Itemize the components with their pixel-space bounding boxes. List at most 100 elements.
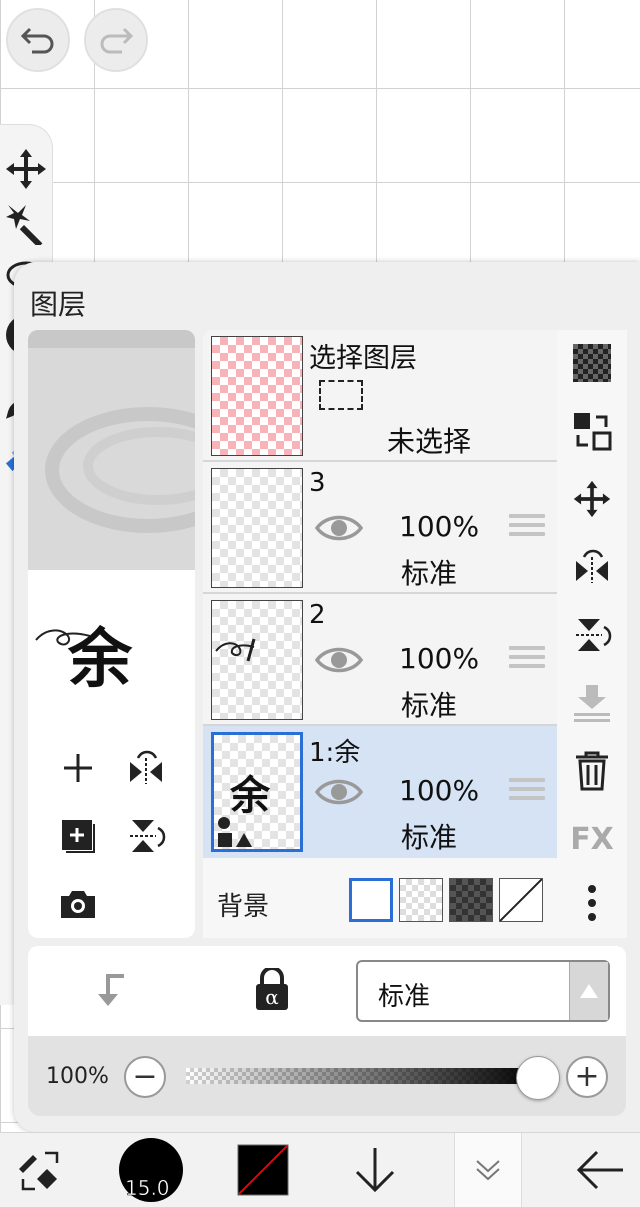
merge-down-button[interactable] [567, 678, 617, 728]
undo-button[interactable] [6, 8, 70, 72]
more-icon [588, 885, 596, 921]
plus-icon [64, 754, 92, 782]
camera-icon [61, 891, 95, 918]
blend-mode-value: 标准 [378, 982, 431, 1012]
selection-layer-row[interactable]: 选择图层 未选择 [203, 330, 557, 462]
layer-down-button[interactable] [350, 1133, 400, 1207]
double-chevron-down-icon [476, 1160, 500, 1181]
flip-preview-vertical-button[interactable] [124, 814, 168, 858]
opacity-decrease-button[interactable]: − [124, 1056, 166, 1098]
layer-name: 1:余 [309, 738, 361, 768]
redo-button[interactable] [84, 8, 148, 72]
undo-icon [20, 27, 54, 54]
layer-row-selected[interactable]: 余 1:余 100% 标准 [203, 726, 557, 858]
pen-eraser-swap-icon [19, 1151, 59, 1191]
drag-handle-icon[interactable] [509, 646, 545, 673]
add-box-icon [62, 820, 95, 853]
selection-layer-name: 选择图层 [309, 343, 417, 374]
svg-text:α: α [265, 985, 279, 1009]
selection-rect-icon [319, 380, 363, 410]
layer-blend-mode: 标准 [401, 689, 458, 722]
merge-down-icon [574, 685, 610, 722]
back-button[interactable] [570, 1133, 630, 1207]
plus-icon: + [574, 1059, 600, 1094]
layer-opacity: 100% [399, 774, 480, 807]
add-layer-button[interactable] [56, 746, 100, 790]
arrow-left-icon [576, 1150, 623, 1190]
opacity-slider[interactable] [186, 1068, 538, 1084]
alpha-lock-icon: α [256, 966, 288, 1010]
delete-layer-button[interactable] [567, 746, 617, 796]
background-label: 背景 [217, 892, 270, 922]
collapse-button[interactable] [454, 1133, 522, 1207]
eye-icon[interactable] [315, 642, 363, 678]
layer-opacity: 100% [399, 642, 480, 675]
more-button[interactable] [567, 878, 617, 928]
trash-icon [576, 751, 608, 791]
redo-icon [100, 27, 134, 54]
camera-button[interactable] [56, 882, 100, 926]
add-special-layer-button[interactable] [56, 814, 100, 858]
arrow-down-icon [355, 1148, 395, 1193]
opacity-slider-thumb[interactable] [516, 1056, 560, 1100]
swap-layer-button[interactable] [567, 406, 617, 456]
brush-size-button[interactable]: 15.0 [118, 1133, 184, 1207]
opacity-label: 100% [46, 1064, 109, 1089]
drag-handle-icon[interactable] [509, 778, 545, 805]
layer-thumb [211, 468, 303, 588]
layer-thumb [211, 600, 303, 720]
alpha-lock-button[interactable]: α [254, 966, 290, 1016]
right-toolbar: FX [557, 330, 627, 938]
layer-blend-mode: 标准 [401, 821, 458, 854]
preview-controls: 余 [28, 570, 195, 938]
eye-icon[interactable] [315, 510, 363, 546]
magic-wand-tool[interactable] [2, 199, 50, 247]
magic-wand-icon [6, 205, 43, 245]
flip-vertical-icon [130, 820, 166, 852]
layer-row[interactable]: 2 100% 标准 [203, 594, 557, 726]
clipping-button[interactable] [88, 970, 128, 1014]
diagonal-line-icon [499, 878, 543, 922]
move-layer-button[interactable] [567, 474, 617, 524]
layer-name: 2 [309, 600, 326, 630]
move-icon [6, 149, 46, 189]
flip-horizontal-icon [576, 549, 608, 583]
opacity-control: 100% − + [28, 1036, 626, 1116]
color-button[interactable] [236, 1133, 290, 1207]
tool-swap-button[interactable] [10, 1133, 70, 1207]
bg-transparent-swatch[interactable] [499, 878, 543, 922]
preview-scrollbar [28, 330, 195, 348]
bg-white-swatch[interactable] [349, 878, 393, 922]
flip-preview-horizontal-button[interactable] [124, 746, 168, 790]
opacity-increase-button[interactable]: + [566, 1056, 608, 1098]
bg-checker-light-swatch[interactable] [399, 878, 443, 922]
clip-arrow-icon [98, 974, 124, 1006]
brush-size-circle: 15.0 [119, 1138, 183, 1202]
selection-layer-thumb [211, 336, 303, 456]
triangle-up-icon [580, 984, 598, 998]
layer-name: 3 [309, 468, 326, 498]
fx-button[interactable]: FX [567, 814, 617, 864]
bg-checker-dark-swatch[interactable] [449, 878, 493, 922]
dropdown-arrow[interactable] [569, 962, 608, 1020]
layer-thumb: 余 [211, 732, 303, 852]
eye-icon[interactable] [315, 774, 363, 810]
layer-opacity: 100% [399, 510, 480, 543]
background-row: 背景 [203, 866, 557, 938]
layer-list: 选择图层 未选择 3 100% 标准 2 100% 标准 余 1:余 100% … [203, 330, 557, 938]
blend-mode-select[interactable]: 标准 [356, 960, 610, 1022]
checker-button[interactable] [567, 338, 617, 388]
swap-layer-icon [574, 413, 612, 451]
shapes-icon [218, 817, 252, 847]
layer-controls: α 标准 [28, 946, 626, 1036]
layer-row[interactable]: 3 100% 标准 [203, 462, 557, 594]
flip-vertical-button[interactable] [567, 610, 617, 660]
selection-status: 未选择 [387, 425, 472, 458]
layer-blend-mode: 标准 [401, 557, 458, 590]
move-icon [573, 480, 611, 518]
drag-handle-icon[interactable] [509, 514, 545, 541]
layer-thumb-flourish [215, 638, 256, 662]
flip-horizontal-button[interactable] [567, 542, 617, 592]
preview-flourish [35, 629, 91, 646]
move-tool[interactable] [2, 145, 50, 193]
